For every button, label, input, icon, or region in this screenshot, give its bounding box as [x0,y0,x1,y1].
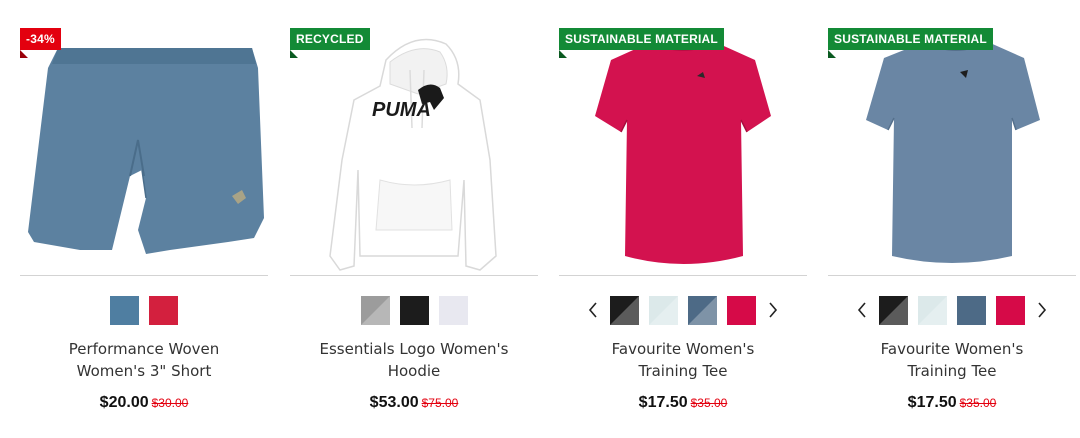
sale-price: $20.00 [99,394,149,411]
swatch-next-button[interactable] [1035,296,1049,325]
price-block: $20.00 $30.00 [20,394,268,412]
product-name-line2: Training Tee [907,362,997,380]
product-name[interactable]: Favourite Women's Training Tee [828,338,1076,382]
product-image[interactable] [828,20,1076,276]
swatch-slate[interactable] [688,295,717,325]
divider [20,275,268,276]
product-image[interactable] [20,20,268,276]
product-card-performance-woven-short[interactable]: -34% Performance Woven Women's 3" Short … [20,20,268,420]
color-swatches [290,295,538,325]
sustainable-badge: SUSTAINABLE MATERIAL [828,28,993,58]
product-name-line1: Favourite Women's [880,340,1024,358]
product-name-line2: Hoodie [387,362,441,380]
product-name[interactable]: Essentials Logo Women's Hoodie [290,338,538,382]
swatch-red[interactable] [149,295,178,325]
original-price: $30.00 [151,396,189,410]
sale-price: $53.00 [369,394,419,411]
product-name-line2: Women's 3" Short [76,362,212,380]
swatch-white[interactable] [438,295,468,325]
discount-badge: -34% [20,28,61,58]
original-price: $35.00 [690,396,728,410]
price-block: $17.50 $35.00 [828,394,1076,412]
product-card-favourite-tee-blue[interactable]: SUSTAINABLE MATERIAL Favourite Women's T… [828,20,1076,420]
tee-icon [595,42,771,264]
divider [559,275,807,276]
divider [828,275,1076,276]
swatch-light-blue[interactable] [918,295,947,325]
swatch-raspberry[interactable] [996,295,1025,325]
swatch-black[interactable] [610,295,639,325]
swatch-gray[interactable] [360,295,390,325]
product-name[interactable]: Performance Woven Women's 3" Short [20,338,268,382]
swatch-light-blue[interactable] [649,295,678,325]
sale-price: $17.50 [907,394,957,411]
sale-price: $17.50 [638,394,688,411]
swatch-raspberry[interactable] [727,295,756,325]
hoodie-icon: PUMA [329,38,497,271]
swatch-blue[interactable] [110,295,139,325]
chevron-right-icon [1038,302,1047,318]
swatch-slate[interactable] [957,295,986,325]
chevron-left-icon [857,302,866,318]
product-image[interactable]: PUMA [290,20,538,276]
product-name-line2: Training Tee [638,362,728,380]
swatch-prev-button[interactable] [855,296,869,325]
sustainable-badge: SUSTAINABLE MATERIAL [559,28,724,58]
price-block: $53.00 $75.00 [290,394,538,412]
swatch-black[interactable] [879,295,908,325]
swatch-prev-button[interactable] [586,296,600,325]
product-image[interactable] [559,20,807,276]
original-price: $35.00 [959,396,997,410]
chevron-right-icon [769,302,778,318]
product-card-favourite-tee-red[interactable]: SUSTAINABLE MATERIAL Favourite Women's T… [559,20,807,420]
swatch-black[interactable] [399,295,429,325]
product-name-line1: Essentials Logo Women's [319,340,509,358]
product-name-line1: Performance Woven [68,340,220,358]
tee-icon [866,42,1040,263]
color-swatches [559,295,807,325]
price-block: $17.50 $35.00 [559,394,807,412]
color-swatches [828,295,1076,325]
product-name-line1: Favourite Women's [611,340,755,358]
swatch-next-button[interactable] [766,296,780,325]
color-swatches [20,295,268,325]
chevron-left-icon [588,302,597,318]
product-card-essentials-hoodie[interactable]: PUMA RECYCLED Essentials Logo Women's Ho… [290,20,538,420]
product-grid: -34% Performance Woven Women's 3" Short … [0,0,1080,438]
product-name[interactable]: Favourite Women's Training Tee [559,338,807,382]
divider [290,275,538,276]
recycled-badge: RECYCLED [290,28,370,58]
original-price: $75.00 [421,396,459,410]
shorts-icon [28,48,264,254]
